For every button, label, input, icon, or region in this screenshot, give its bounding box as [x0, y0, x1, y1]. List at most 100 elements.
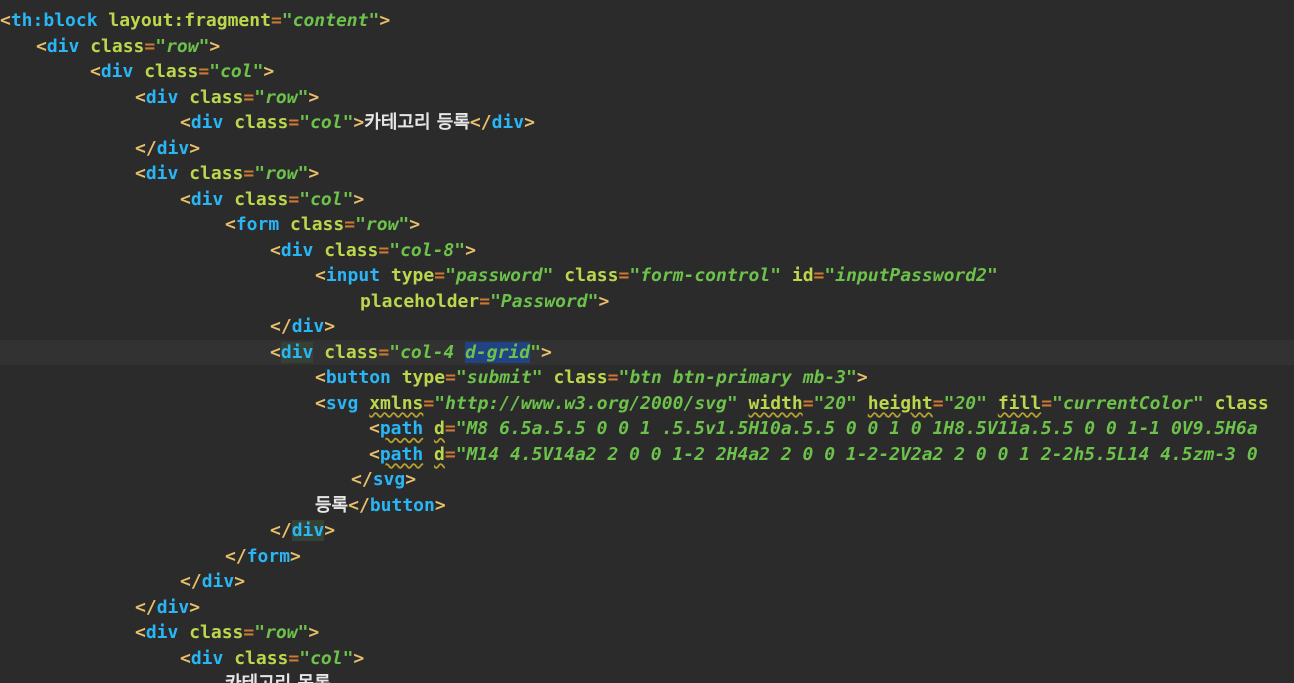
token-br: </	[135, 596, 157, 618]
code-line[interactable]: </div>	[0, 314, 1294, 340]
token-eq: =	[243, 622, 255, 643]
token-attr	[423, 418, 434, 439]
token-tag: th:block	[10, 10, 98, 31]
code-line[interactable]: </form>	[0, 544, 1294, 570]
code-line[interactable]: <div class="row">	[0, 161, 1294, 187]
code-line[interactable]: 등록</button>	[0, 493, 1294, 519]
code-line[interactable]: placeholder="Password">	[0, 289, 1294, 315]
token-br: </	[351, 469, 373, 490]
token-str: "row"	[355, 214, 410, 235]
code-line[interactable]: <input type="password" class="form-contr…	[0, 263, 1294, 289]
token-eq: =	[618, 265, 630, 286]
token-br: >	[540, 341, 552, 363]
code-line[interactable]: <div class="row">	[0, 34, 1294, 60]
token-br: <	[180, 188, 191, 210]
token-eq: =	[344, 214, 356, 235]
token-attr: class	[279, 214, 345, 235]
token-eq: =	[378, 239, 390, 261]
token-str: "	[530, 341, 541, 363]
token-tag: input	[325, 265, 381, 286]
token-br: >	[308, 622, 320, 643]
token-br: </	[180, 571, 202, 592]
code-line[interactable]: </div>	[0, 136, 1294, 162]
token-tagh: div	[280, 341, 314, 363]
code-line[interactable]: <div class="col">카테고리 등록</div>	[0, 110, 1294, 136]
code-line[interactable]: <div class="col">	[0, 646, 1294, 672]
token-str: "20"	[813, 392, 857, 414]
token-tag: div	[145, 622, 179, 643]
token-br: >	[209, 35, 221, 57]
token-br: >	[290, 545, 301, 567]
token-attr: class	[313, 341, 379, 363]
token-warn: xmlns	[369, 392, 424, 414]
token-str: "form-control"	[629, 265, 782, 286]
code-line[interactable]: <div class="col-8">	[0, 238, 1294, 264]
token-attr	[987, 393, 998, 414]
code-line[interactable]: <path d="M8 6.5a.5.5 0 0 1 .5.5v1.5H10a.…	[0, 416, 1294, 442]
token-br: <	[90, 61, 101, 82]
token-br: >	[434, 494, 446, 516]
token-str: "col-4	[389, 341, 466, 363]
token-eq: =	[1041, 392, 1053, 414]
token-tag: button	[369, 494, 435, 516]
code-line[interactable]: <div class="col">	[0, 187, 1294, 213]
token-str: "btn btn-primary mb-3"	[618, 367, 857, 388]
token-tag: div	[280, 239, 314, 261]
token-eq: =	[444, 418, 456, 439]
code-line[interactable]: <div class="row">	[0, 620, 1294, 646]
code-line[interactable]: </div>	[0, 518, 1294, 544]
code-line[interactable]: <button type="submit" class="btn btn-pri…	[0, 365, 1294, 391]
token-tag: div	[145, 86, 179, 108]
code-line[interactable]: </div>	[0, 595, 1294, 621]
code-line[interactable]: 카테고리 목록	[0, 671, 1294, 683]
token-br: </	[225, 545, 247, 567]
token-br: <	[180, 647, 191, 669]
token-eq: =	[144, 35, 156, 57]
token-attr: type	[390, 367, 446, 388]
token-tag: div	[190, 647, 224, 669]
code-line[interactable]: <div class="col">	[0, 59, 1294, 85]
token-br: <	[135, 622, 146, 643]
token-br: </	[469, 112, 492, 133]
token-eq: =	[423, 392, 435, 414]
token-str: "col"	[299, 112, 354, 133]
token-str: "submit"	[455, 367, 543, 388]
token-tag: div	[46, 35, 80, 57]
code-line[interactable]: <path d="M14 4.5V14a2 2 0 0 1-2 2H4a2 2 …	[0, 442, 1294, 468]
token-str: "row"	[254, 622, 309, 643]
token-br: </	[348, 494, 370, 516]
token-attr: class	[553, 265, 619, 286]
code-line[interactable]: </div>	[0, 569, 1294, 595]
token-br: </	[270, 520, 292, 541]
token-attr: class	[178, 86, 244, 108]
token-br: </	[270, 316, 292, 337]
token-br: >	[598, 290, 610, 312]
token-attr: id	[781, 265, 814, 286]
token-eq: =	[607, 367, 619, 388]
token-tag: div	[291, 316, 325, 337]
token-str: "col-8"	[389, 239, 466, 261]
code-line-current[interactable]: <div class="col-4 d-grid">	[0, 339, 1294, 365]
token-attr: class	[178, 622, 244, 643]
token-attr: type	[380, 265, 435, 286]
code-line[interactable]: <div class="row">	[0, 85, 1294, 111]
token-br: >	[405, 469, 417, 490]
token-eq: =	[288, 188, 300, 210]
token-warn: width	[748, 392, 803, 414]
code-line[interactable]: <th:block layout:fragment="content">	[0, 8, 1294, 34]
token-txt: 등록	[315, 494, 349, 516]
token-str: "row"	[254, 86, 309, 108]
token-br: </	[135, 137, 157, 159]
code-line[interactable]: </svg>	[0, 467, 1294, 493]
token-warn: d	[434, 418, 445, 439]
token-br: >	[234, 571, 246, 592]
token-br: >	[524, 112, 535, 133]
code-editor[interactable]: <th:block layout:fragment="content"> <div…	[0, 0, 1294, 683]
code-line[interactable]: <form class="row">	[0, 212, 1294, 238]
code-line[interactable]: <svg xmlns="http://www.w3.org/2000/svg" …	[0, 391, 1294, 417]
token-br: <	[270, 341, 281, 363]
token-warn: d	[434, 443, 445, 465]
token-str: "Password"	[490, 290, 599, 312]
token-str: "20"	[943, 392, 987, 414]
token-attr	[423, 444, 434, 465]
